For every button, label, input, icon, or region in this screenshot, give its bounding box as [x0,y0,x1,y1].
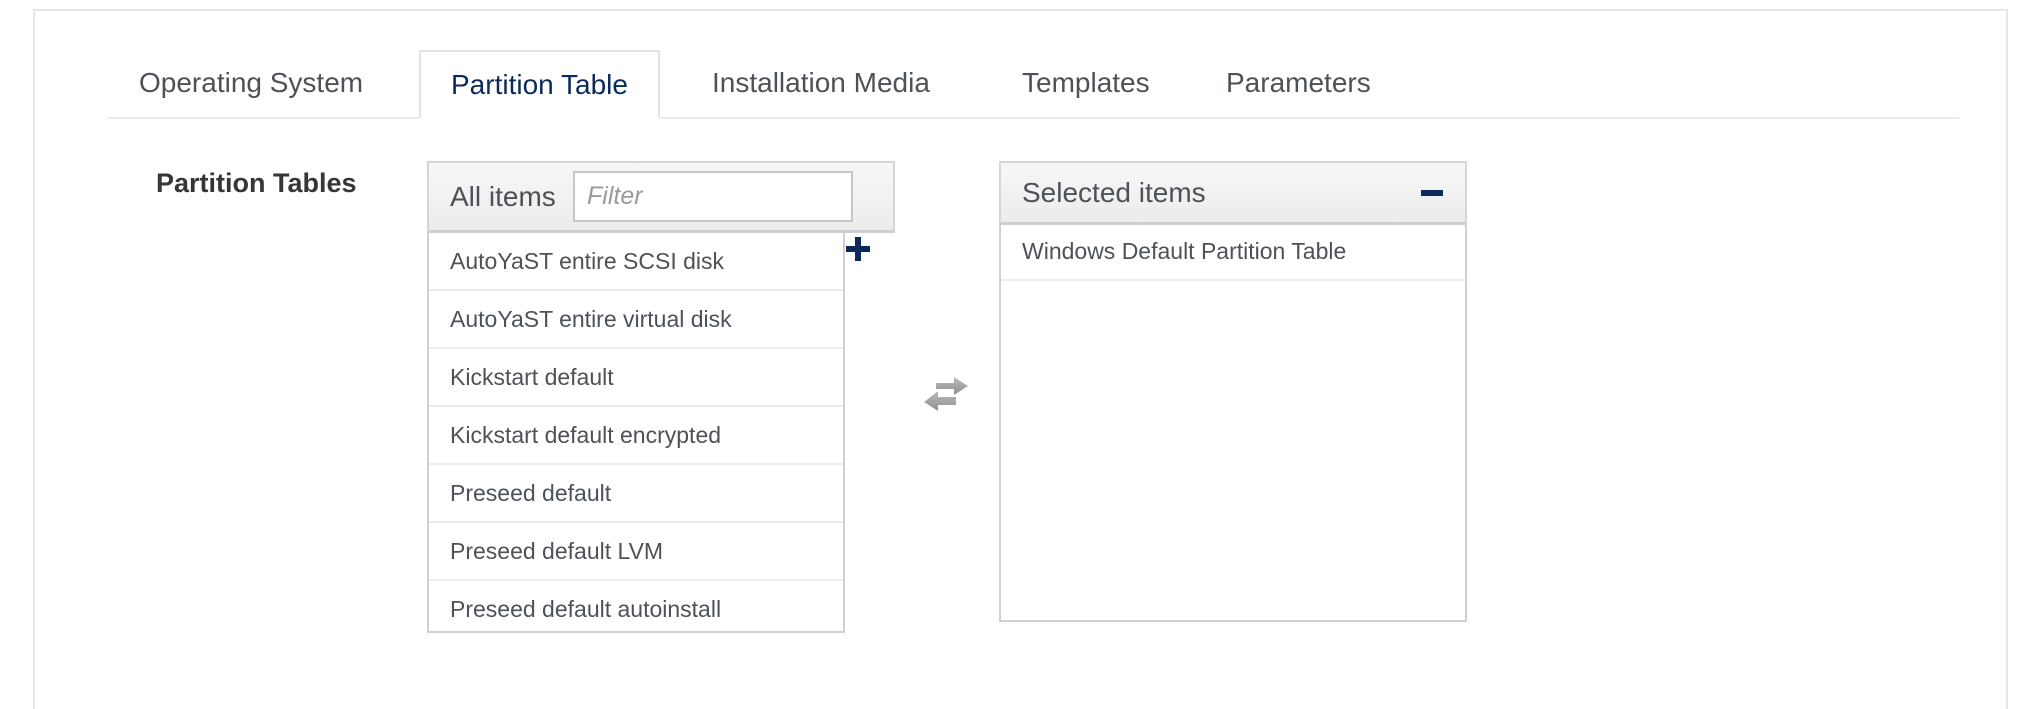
list-item[interactable]: AutoYaST entire virtual disk [429,291,843,349]
list-item[interactable]: Windows Default Partition Table [1001,225,1465,281]
all-items-list[interactable]: AutoYaST entire SCSI disk AutoYaST entir… [427,233,845,633]
tab-installation-media[interactable]: Installation Media [712,50,930,119]
minus-icon[interactable] [1421,190,1443,196]
tab-bar: Operating System Partition Table Install… [107,50,1959,119]
tab-templates[interactable]: Templates [1022,50,1150,119]
selected-items-title: Selected items [1022,177,1206,208]
list-item[interactable]: AutoYaST entire SCSI disk [429,233,843,291]
swap-arrows-icon [922,375,970,413]
tab-parameters[interactable]: Parameters [1226,50,1371,119]
all-items-title: All items [450,181,556,212]
tab-partition-table[interactable]: Partition Table [419,50,660,119]
list-item[interactable]: Preseed default [429,465,843,523]
tab-operating-system[interactable]: Operating System [139,50,363,119]
list-item[interactable]: Preseed default LVM [429,523,843,581]
selected-items-list[interactable]: Windows Default Partition Table [999,225,1467,622]
list-item[interactable]: Kickstart default [429,349,843,407]
list-item[interactable]: Kickstart default encrypted [429,407,843,465]
filter-input[interactable] [573,171,853,222]
partition-tables-label: Partition Tables [156,168,357,198]
plus-icon[interactable] [845,236,871,262]
list-item[interactable]: Preseed default autoinstall [429,581,843,631]
selected-items-header: Selected items [999,161,1467,225]
all-items-header: All items [427,161,895,233]
